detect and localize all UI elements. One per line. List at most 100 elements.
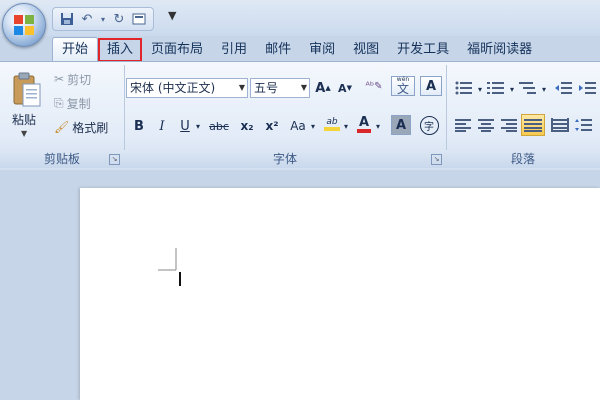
align-left-icon <box>455 119 471 132</box>
office-logo-icon <box>14 15 34 35</box>
document-workspace <box>0 170 600 400</box>
copy-label: 复制 <box>66 96 91 111</box>
font-name-dropdown-icon: ▼ <box>238 83 245 92</box>
tab-insert[interactable]: 插入 <box>98 38 143 62</box>
font-name-value: 宋体 (中文正文) <box>130 81 216 95</box>
bullets-button[interactable] <box>454 79 474 97</box>
document-page[interactable] <box>80 188 600 400</box>
distributed-align-button[interactable] <box>550 116 570 134</box>
font-size-dropdown-icon: ▼ <box>300 83 307 92</box>
shrink-font-button[interactable]: A ▼ <box>336 78 354 98</box>
font-size-select[interactable]: 五号 ▼ <box>250 78 310 98</box>
quick-access-toolbar: ↶ ▾ ↻ <box>52 7 154 31</box>
redo-icon[interactable]: ↻ <box>111 11 127 27</box>
font-color-dropdown-icon[interactable]: ▾ <box>374 116 382 136</box>
highlight-pen-icon: ab <box>326 117 338 127</box>
line-spacing-button[interactable] <box>574 116 594 134</box>
align-left-button[interactable] <box>454 116 474 134</box>
tab-view[interactable]: 视图 <box>344 38 388 62</box>
tab-mailings[interactable]: 邮件 <box>256 38 300 62</box>
paste-dropdown-icon[interactable]: ▼ <box>21 129 27 138</box>
enclose-characters-button[interactable]: 字 <box>418 115 440 135</box>
text-highlight-button[interactable]: ab <box>322 114 342 134</box>
strikethrough-button[interactable]: abc <box>206 116 232 136</box>
undo-dropdown-icon[interactable]: ▾ <box>99 11 107 27</box>
justify-icon <box>524 119 542 132</box>
ribbon-tabs: 开始 插入 页面布局 引用 邮件 审阅 视图 开发工具 福昕阅读器 <box>52 36 541 62</box>
character-border-button[interactable]: A <box>420 76 442 96</box>
eraser-icon: ᴬᵇ✎ <box>365 80 383 92</box>
char-border-icon: A <box>425 78 437 94</box>
font-size-value: 五号 <box>254 81 279 95</box>
clipboard-group-label: 剪贴板 <box>0 150 124 168</box>
numbering-dropdown-icon[interactable]: ▾ <box>508 79 516 99</box>
change-case-button[interactable]: Aa <box>287 116 309 136</box>
font-launcher-icon[interactable]: ↘ <box>431 154 442 165</box>
justify-button[interactable] <box>521 114 545 136</box>
font-color-swatch <box>357 128 371 133</box>
clear-format-button[interactable]: ᴬᵇ✎ <box>362 76 386 96</box>
align-right-icon <box>501 119 517 132</box>
paste-icon[interactable] <box>12 71 42 109</box>
customize-qat-icon[interactable]: ▼ <box>168 9 176 22</box>
align-center-icon <box>478 119 494 132</box>
font-color-letter-icon: A <box>358 114 370 130</box>
align-center-button[interactable] <box>476 116 496 134</box>
tab-developer[interactable]: 开发工具 <box>388 38 458 62</box>
ribbon: 粘贴 ▼ ✂ 剪切 ⎘ 复制 🖌 格式刷 剪贴板 ↘ 字体 ↘ 宋体 (中文正文… <box>0 61 600 171</box>
line-spacing-icon <box>575 119 592 131</box>
shrink-font-icon: A <box>338 81 347 95</box>
increase-indent-icon <box>579 82 596 94</box>
cut-button[interactable]: ✂ 剪切 <box>54 70 91 88</box>
text-cursor <box>179 272 181 286</box>
bold-button[interactable]: B <box>132 116 146 136</box>
superscript-button[interactable]: x² <box>262 116 282 136</box>
character-shading-button[interactable]: A <box>391 115 411 135</box>
underline-button[interactable]: U <box>178 116 192 136</box>
paste-button[interactable]: 粘贴 <box>12 111 36 128</box>
multilevel-list-dropdown-icon[interactable]: ▾ <box>540 79 548 99</box>
paragraph-group-label: 段落 <box>446 150 600 168</box>
subscript-button[interactable]: x₂ <box>237 116 257 136</box>
underline-dropdown-icon[interactable]: ▾ <box>194 116 202 136</box>
tab-page-layout[interactable]: 页面布局 <box>142 38 212 62</box>
format-painter-icon: 🖌 <box>54 120 70 134</box>
tab-references[interactable]: 引用 <box>212 38 256 62</box>
font-group-label: 字体 <box>124 150 446 168</box>
format-painter-label: 格式刷 <box>72 120 109 135</box>
change-case-dropdown-icon[interactable]: ▾ <box>309 116 317 136</box>
highlight-color-swatch <box>324 127 340 131</box>
cut-label: 剪切 <box>67 72 92 87</box>
multilevel-list-button[interactable] <box>518 79 538 97</box>
format-painter-button[interactable]: 🖌 格式刷 <box>54 118 108 136</box>
tab-home[interactable]: 开始 <box>52 37 99 62</box>
numbering-icon <box>487 82 504 94</box>
distributed-align-icon <box>551 118 569 132</box>
tab-review[interactable]: 审阅 <box>300 38 344 62</box>
clipboard-group: 粘贴 ▼ ✂ 剪切 ⎘ 复制 🖌 格式刷 剪贴板 ↘ <box>0 65 125 168</box>
phonetic-guide-button[interactable]: wén 文 <box>391 76 415 96</box>
multilevel-list-icon <box>519 82 536 94</box>
highlight-dropdown-icon[interactable]: ▾ <box>342 116 350 136</box>
bullets-icon <box>455 81 472 95</box>
clipboard-launcher-icon[interactable]: ↘ <box>109 154 120 165</box>
font-name-select[interactable]: 宋体 (中文正文) ▼ <box>126 78 248 98</box>
undo-icon[interactable]: ↶ <box>79 11 95 27</box>
numbering-button[interactable] <box>486 79 506 97</box>
grow-font-icon: A <box>315 80 326 96</box>
enclose-char-icon: 字 <box>419 115 439 135</box>
align-right-button[interactable] <box>498 116 518 134</box>
phonetic-char-icon: 文 <box>396 82 409 96</box>
print-preview-icon[interactable] <box>131 11 147 27</box>
grow-font-button[interactable]: A ▲ <box>314 78 332 98</box>
decrease-indent-button[interactable] <box>554 79 574 97</box>
increase-indent-button[interactable] <box>578 79 598 97</box>
font-color-button[interactable]: A <box>355 114 373 134</box>
tab-foxit-reader[interactable]: 福昕阅读器 <box>458 38 541 62</box>
bullets-dropdown-icon[interactable]: ▾ <box>476 79 484 99</box>
save-icon[interactable] <box>59 11 75 27</box>
copy-button[interactable]: ⎘ 复制 <box>54 94 91 112</box>
office-button[interactable] <box>2 3 46 47</box>
italic-button[interactable]: I <box>155 116 169 136</box>
decrease-indent-icon <box>555 82 572 94</box>
